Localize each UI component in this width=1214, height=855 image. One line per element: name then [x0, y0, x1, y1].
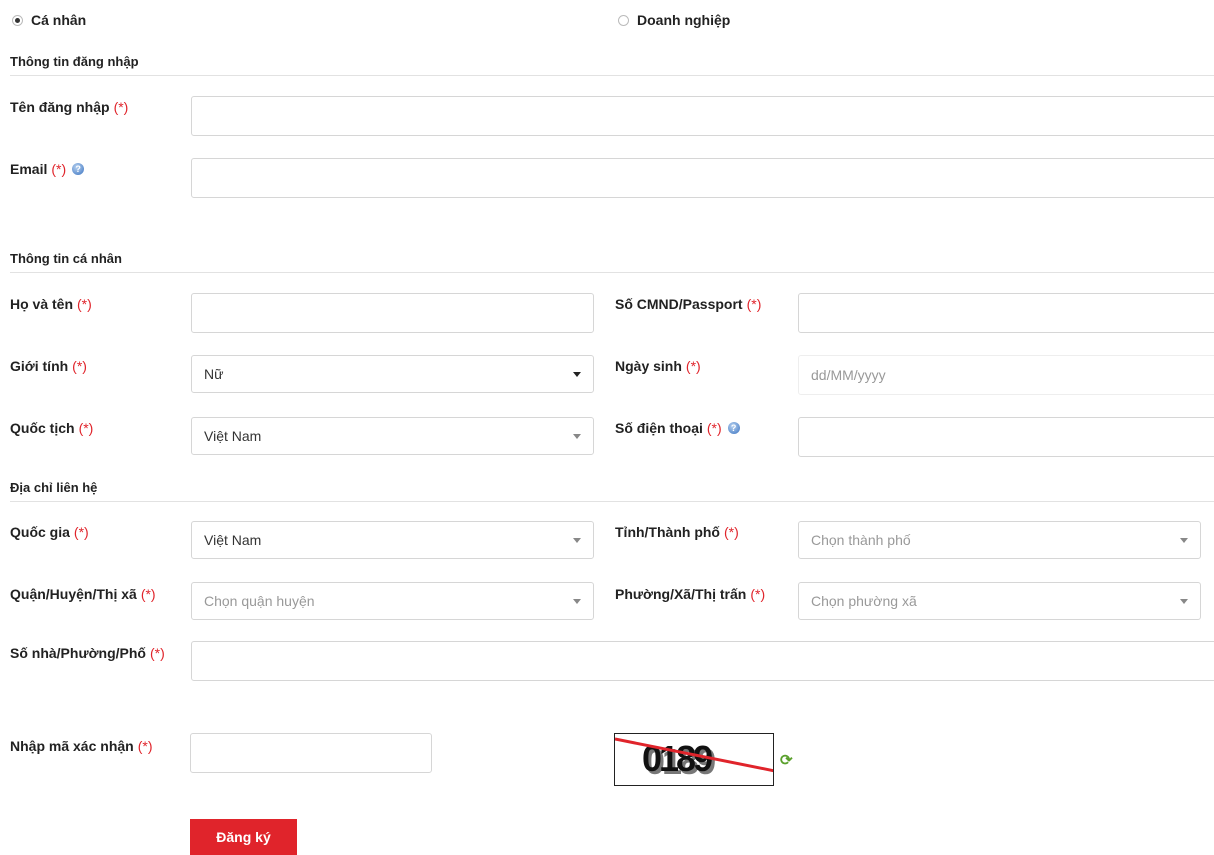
street-input[interactable] — [191, 641, 1214, 681]
phone-label-text: Số điện thoại — [615, 420, 703, 436]
district-select[interactable]: Chọn quận huyện — [191, 582, 594, 620]
refresh-icon[interactable]: ⟳ — [780, 753, 793, 768]
city-select-placeholder: Chọn thành phố — [811, 532, 911, 548]
chevron-down-icon — [573, 371, 581, 377]
fullname-label-text: Họ và tên — [10, 296, 74, 312]
dob-label-text: Ngày sinh — [615, 358, 682, 374]
required-mark: (*) — [77, 296, 92, 312]
ward-label: Phường/Xã/Thị trấn (*) — [615, 586, 765, 602]
username-label-text: Tên đăng nhập — [10, 99, 110, 115]
street-label-text: Số nhà/Phường/Phố — [10, 645, 146, 661]
fullname-input[interactable] — [191, 293, 594, 333]
city-select[interactable]: Chọn thành phố — [798, 521, 1201, 559]
radio-business-label: Doanh nghiệp — [637, 12, 731, 28]
required-mark: (*) — [73, 524, 89, 540]
district-label: Quận/Huyện/Thị xã (*) — [10, 586, 156, 602]
help-icon[interactable]: ? — [72, 163, 85, 175]
id-number-label: Số CMND/Passport (*) — [615, 296, 761, 312]
captcha-text: 0189 — [642, 738, 712, 779]
help-icon[interactable]: ? — [727, 422, 740, 434]
register-button[interactable]: Đăng ký — [190, 819, 297, 855]
captcha-image: 0189 0189 — [614, 733, 774, 786]
ward-label-text: Phường/Xã/Thị trấn — [615, 586, 747, 602]
required-mark: (*) — [723, 524, 739, 540]
username-label: Tên đăng nhập (*) — [10, 99, 128, 115]
nationality-label: Quốc tịch (*) — [10, 420, 93, 436]
dob-label: Ngày sinh (*) — [615, 358, 701, 374]
chevron-down-icon — [1180, 537, 1188, 543]
section-address-title: Địa chỉ liên hệ — [10, 480, 1214, 502]
gender-select[interactable]: Nữ — [191, 355, 594, 393]
email-label-text: Email — [10, 161, 48, 177]
required-mark: (*) — [706, 420, 722, 436]
username-input[interactable] — [191, 96, 1214, 136]
ward-select-placeholder: Chọn phường xã — [811, 593, 917, 609]
email-label: Email (*) ? — [10, 161, 85, 177]
required-mark: (*) — [750, 586, 766, 602]
captcha-graphic: 0189 0189 — [615, 737, 773, 782]
phone-input[interactable] — [798, 417, 1214, 457]
country-select-value: Việt Nam — [204, 532, 262, 548]
required-mark: (*) — [72, 358, 87, 374]
section-login-title: Thông tin đăng nhập — [10, 54, 1214, 76]
district-label-text: Quận/Huyện/Thị xã — [10, 586, 137, 602]
country-label-text: Quốc gia — [10, 524, 70, 540]
required-mark: (*) — [113, 99, 129, 115]
id-number-label-text: Số CMND/Passport — [615, 296, 743, 312]
gender-select-value: Nữ — [204, 366, 224, 382]
phone-label: Số điện thoại (*) ? — [615, 420, 740, 436]
captcha-label: Nhập mã xác nhận (*) — [10, 738, 152, 754]
captcha-label-text: Nhập mã xác nhận — [10, 738, 134, 754]
radio-individual-circle[interactable] — [12, 14, 23, 26]
fullname-label: Họ và tên (*) — [10, 296, 92, 312]
required-mark: (*) — [685, 358, 701, 374]
required-mark: (*) — [78, 420, 94, 436]
chevron-down-icon — [1180, 598, 1188, 604]
nationality-select[interactable]: Việt Nam — [191, 417, 594, 455]
radio-business[interactable]: Doanh nghiệp — [618, 12, 730, 28]
radio-business-circle[interactable] — [618, 14, 629, 26]
chevron-down-icon — [573, 598, 581, 604]
email-input[interactable] — [191, 158, 1214, 198]
street-label: Số nhà/Phường/Phố (*) — [10, 645, 165, 661]
nationality-label-text: Quốc tịch — [10, 420, 75, 436]
required-mark: (*) — [746, 296, 762, 312]
country-label: Quốc gia (*) — [10, 524, 89, 540]
required-mark: (*) — [149, 645, 165, 661]
radio-individual[interactable]: Cá nhân — [12, 12, 86, 28]
gender-label-text: Giới tính — [10, 358, 69, 374]
country-select[interactable]: Việt Nam — [191, 521, 594, 559]
id-number-input[interactable] — [798, 293, 1214, 333]
required-mark: (*) — [51, 161, 67, 177]
chevron-down-icon — [573, 537, 581, 543]
dob-input[interactable] — [798, 355, 1214, 395]
ward-select[interactable]: Chọn phường xã — [798, 582, 1201, 620]
city-label-text: Tỉnh/Thành phố — [615, 524, 720, 540]
district-select-placeholder: Chọn quận huyện — [204, 593, 315, 609]
captcha-input[interactable] — [190, 733, 432, 773]
section-personal-title: Thông tin cá nhân — [10, 251, 1214, 273]
gender-label: Giới tính (*) — [10, 358, 87, 374]
city-label: Tỉnh/Thành phố (*) — [615, 524, 739, 540]
required-mark: (*) — [140, 586, 156, 602]
required-mark: (*) — [137, 738, 153, 754]
radio-individual-label: Cá nhân — [31, 12, 87, 28]
chevron-down-icon — [573, 433, 581, 439]
nationality-select-value: Việt Nam — [204, 428, 262, 444]
